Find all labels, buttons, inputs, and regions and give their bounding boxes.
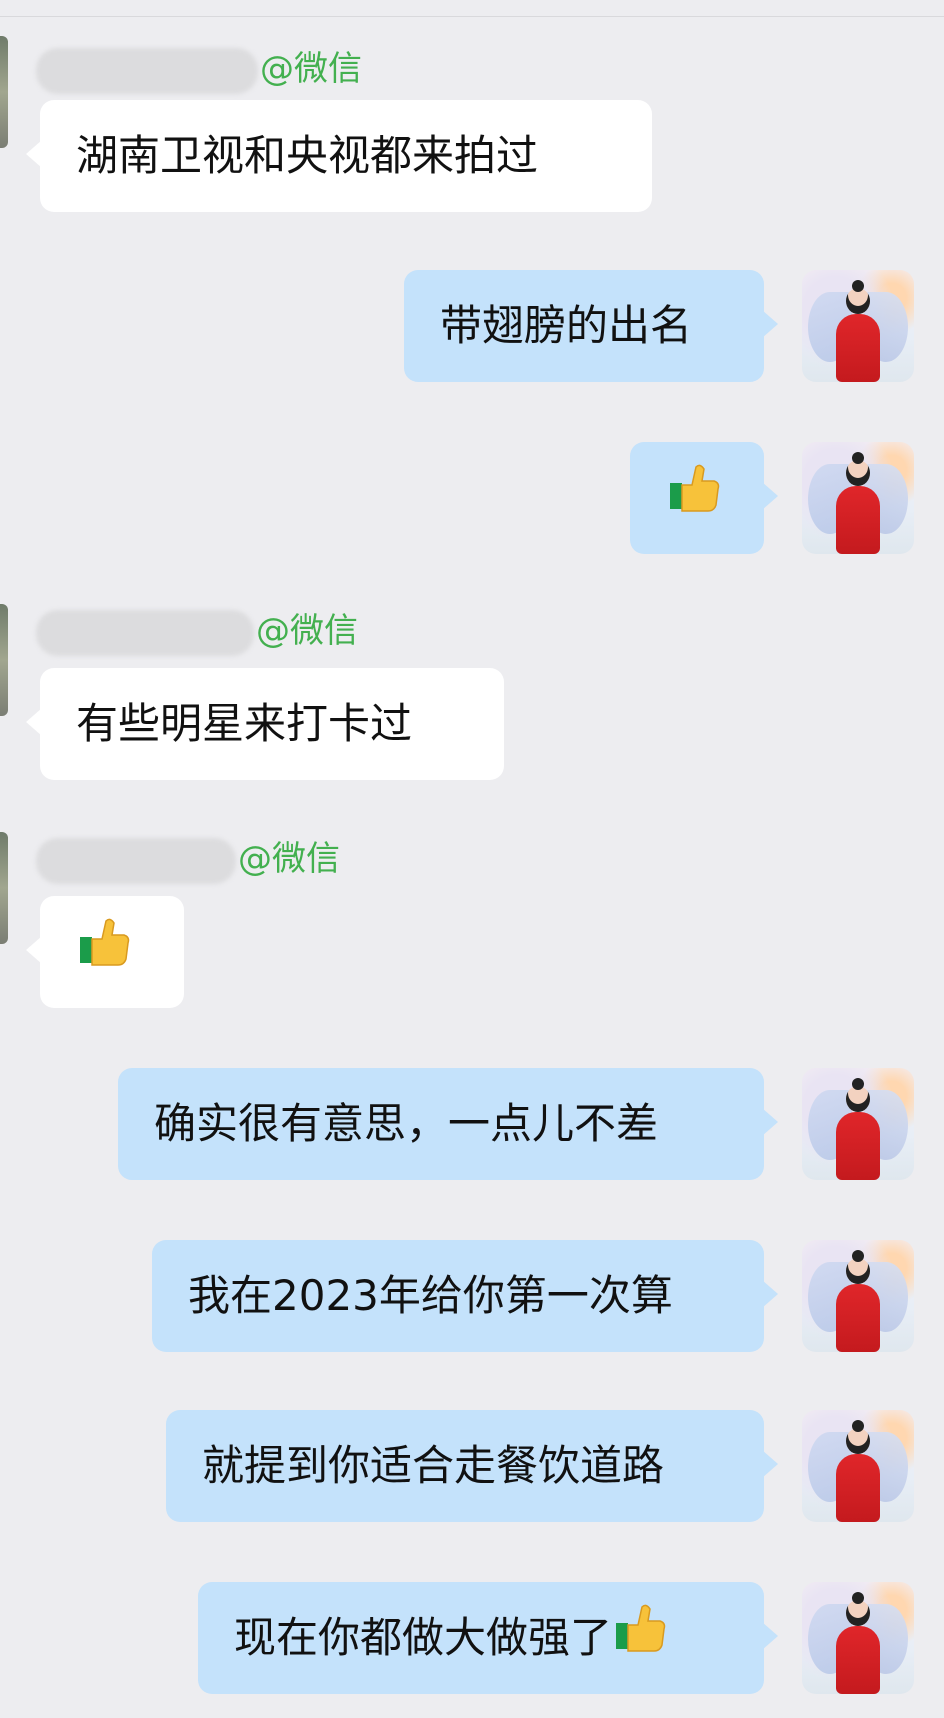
message-bubble[interactable]: 现在你都做大做强了: [198, 1582, 778, 1697]
message-text: 就提到你适合走餐饮道路: [202, 1441, 665, 1490]
user-avatar[interactable]: [802, 270, 914, 382]
blurred-name: [36, 47, 258, 94]
sender-name: @微信: [36, 604, 358, 658]
sender-name: @微信: [36, 42, 362, 96]
sender-name: @微信: [36, 832, 340, 886]
sender-avatar-partial[interactable]: [0, 604, 8, 716]
message-outgoing: 现在你都做大做强了: [0, 1582, 944, 1694]
user-avatar[interactable]: [802, 1240, 914, 1352]
message-outgoing: 我在2023年给你第一次算: [0, 1240, 944, 1352]
message-bubble[interactable]: 我在2023年给你第一次算: [152, 1240, 778, 1352]
message-outgoing: 带翅膀的出名: [0, 270, 944, 382]
message-bubble[interactable]: 带翅膀的出名: [404, 270, 778, 382]
message-text: 确实很有意思，一点儿不差: [154, 1099, 659, 1148]
user-avatar[interactable]: [802, 1068, 914, 1180]
message-bubble[interactable]: [26, 896, 184, 1011]
message-text: 有些明星来打卡过: [76, 699, 413, 748]
message-bubble[interactable]: 有些明星来打卡过: [26, 668, 504, 780]
message-outgoing: 确实很有意思，一点儿不差: [0, 1068, 944, 1180]
blurred-name: [36, 609, 254, 656]
blurred-name: [36, 837, 236, 884]
user-avatar[interactable]: [802, 442, 914, 554]
top-divider: [0, 16, 944, 17]
thumbs-up-icon: [612, 1585, 668, 1697]
message-text: 现在你都做大做强了: [234, 1613, 613, 1662]
thumbs-up-icon: [666, 445, 722, 557]
message-text: 带翅膀的出名: [440, 301, 693, 350]
message-text: 湖南卫视和央视都来拍过: [76, 131, 539, 180]
user-avatar[interactable]: [802, 1582, 914, 1694]
message-bubble[interactable]: 就提到你适合走餐饮道路: [166, 1410, 778, 1522]
message-incoming: @微信 湖南卫视和央视都来拍过: [0, 36, 944, 216]
message-text: 我在2023年给你第一次算: [188, 1271, 673, 1320]
message-bubble[interactable]: 湖南卫视和央视都来拍过: [26, 100, 652, 212]
sender-avatar-partial[interactable]: [0, 832, 8, 944]
message-outgoing: 就提到你适合走餐饮道路: [0, 1410, 944, 1522]
message-outgoing: [0, 442, 944, 554]
message-bubble[interactable]: 确实很有意思，一点儿不差: [118, 1068, 778, 1180]
message-bubble[interactable]: [630, 442, 778, 557]
message-incoming: @微信: [0, 832, 944, 1012]
thumbs-up-icon: [76, 899, 132, 1011]
user-avatar[interactable]: [802, 1410, 914, 1522]
message-incoming: @微信 有些明星来打卡过: [0, 604, 944, 784]
sender-avatar-partial[interactable]: [0, 36, 8, 148]
